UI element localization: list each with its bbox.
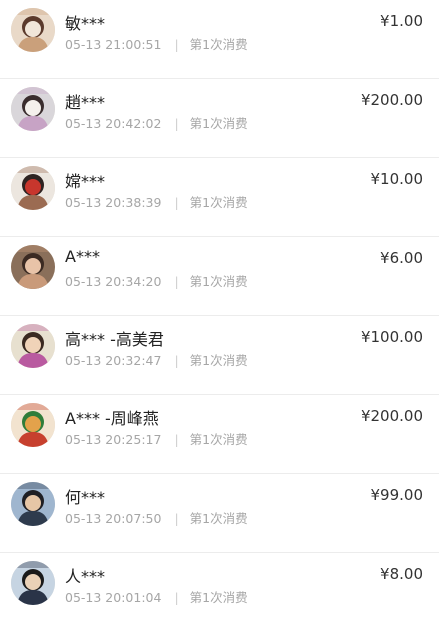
donation-list: 敏*** 05-13 21:00:51 | 第1次消费 ¥1.00 趙*** 05-… — [0, 0, 439, 632]
avatar[interactable] — [11, 324, 55, 368]
avatar-image — [11, 324, 55, 368]
donation-time: 05-13 20:34:20 — [65, 274, 162, 289]
list-item[interactable]: 何*** 05-13 20:07:50 | 第1次消费 ¥99.00 — [0, 474, 439, 553]
donation-time: 05-13 20:38:39 — [65, 195, 162, 210]
list-item[interactable]: 嫦*** 05-13 20:38:39 | 第1次消费 ¥10.00 — [0, 158, 439, 237]
donation-amount: ¥10.00 — [370, 170, 424, 188]
donation-time: 05-13 20:32:47 — [65, 353, 162, 368]
list-item[interactable]: 高*** -高美君 05-13 20:32:47 | 第1次消费 ¥100.00 — [0, 316, 439, 395]
donation-meta: 05-13 21:00:51 | 第1次消费 — [65, 34, 248, 53]
purchase-count: 第1次消费 — [189, 511, 248, 526]
avatar-image — [11, 166, 55, 210]
avatar[interactable] — [11, 87, 55, 131]
donation-amount: ¥99.00 — [370, 486, 424, 504]
donation-time: 05-13 20:25:17 — [65, 432, 162, 447]
donation-time: 05-13 20:01:04 — [65, 590, 162, 605]
divider: | — [174, 37, 179, 52]
donation-time: 05-13 21:00:51 — [65, 37, 162, 52]
donation-amount: ¥200.00 — [360, 91, 423, 109]
purchase-count: 第1次消费 — [189, 432, 248, 447]
donor-name: A*** -周峰燕 — [65, 409, 159, 428]
avatar[interactable] — [11, 561, 55, 605]
divider: | — [174, 116, 179, 131]
purchase-count: 第1次消费 — [189, 274, 248, 289]
divider: | — [174, 195, 179, 210]
donation-time: 05-13 20:42:02 — [65, 116, 162, 131]
donation-amount: ¥6.00 — [380, 249, 423, 267]
donor-name: 趙*** — [65, 93, 106, 112]
donation-amount: ¥200.00 — [360, 407, 423, 425]
donor-name: 何*** — [65, 488, 106, 507]
divider: | — [174, 274, 179, 289]
list-item[interactable]: 趙*** 05-13 20:42:02 | 第1次消费 ¥200.00 — [0, 79, 439, 158]
donation-meta: 05-13 20:42:02 | 第1次消费 — [65, 113, 248, 132]
list-item[interactable]: A*** 05-13 20:34:20 | 第1次消费 ¥6.00 — [0, 237, 439, 316]
avatar-image — [11, 8, 55, 52]
donation-meta: 05-13 20:25:17 | 第1次消费 — [65, 429, 248, 448]
donor-name: A*** — [65, 247, 100, 266]
avatar-image — [11, 482, 55, 526]
purchase-count: 第1次消费 — [189, 353, 248, 368]
donation-amount: ¥8.00 — [380, 565, 423, 583]
donation-meta: 05-13 20:32:47 | 第1次消费 — [65, 350, 248, 369]
avatar-image — [11, 87, 55, 131]
donor-name: 人*** — [65, 567, 106, 586]
divider: | — [174, 590, 179, 605]
purchase-count: 第1次消费 — [189, 195, 248, 210]
donation-meta: 05-13 20:38:39 | 第1次消费 — [65, 192, 248, 211]
donation-meta: 05-13 20:34:20 | 第1次消费 — [65, 271, 248, 290]
donor-name: 高*** -高美君 — [65, 330, 164, 349]
list-item[interactable]: 敏*** 05-13 21:00:51 | 第1次消费 ¥1.00 — [0, 0, 439, 79]
avatar-image — [11, 245, 55, 289]
divider: | — [174, 432, 179, 447]
purchase-count: 第1次消费 — [189, 37, 248, 52]
avatar-image — [11, 561, 55, 605]
divider: | — [174, 511, 179, 526]
donation-amount: ¥1.00 — [380, 12, 423, 30]
donor-name: 敏*** — [65, 14, 106, 33]
avatar[interactable] — [11, 403, 55, 447]
avatar[interactable] — [11, 166, 55, 210]
avatar[interactable] — [11, 8, 55, 52]
avatar[interactable] — [11, 482, 55, 526]
divider: | — [174, 353, 179, 368]
donation-meta: 05-13 20:07:50 | 第1次消费 — [65, 508, 248, 527]
purchase-count: 第1次消费 — [189, 590, 248, 605]
donation-time: 05-13 20:07:50 — [65, 511, 162, 526]
avatar-image — [11, 403, 55, 447]
donation-meta: 05-13 20:01:04 | 第1次消费 — [65, 587, 248, 606]
list-item[interactable]: 人*** 05-13 20:01:04 | 第1次消费 ¥8.00 — [0, 553, 439, 632]
donation-amount: ¥100.00 — [360, 328, 423, 346]
purchase-count: 第1次消费 — [189, 116, 248, 131]
donor-name: 嫦*** — [65, 172, 106, 191]
avatar[interactable] — [11, 245, 55, 289]
list-item[interactable]: A*** -周峰燕 05-13 20:25:17 | 第1次消费 ¥200.00 — [0, 395, 439, 474]
